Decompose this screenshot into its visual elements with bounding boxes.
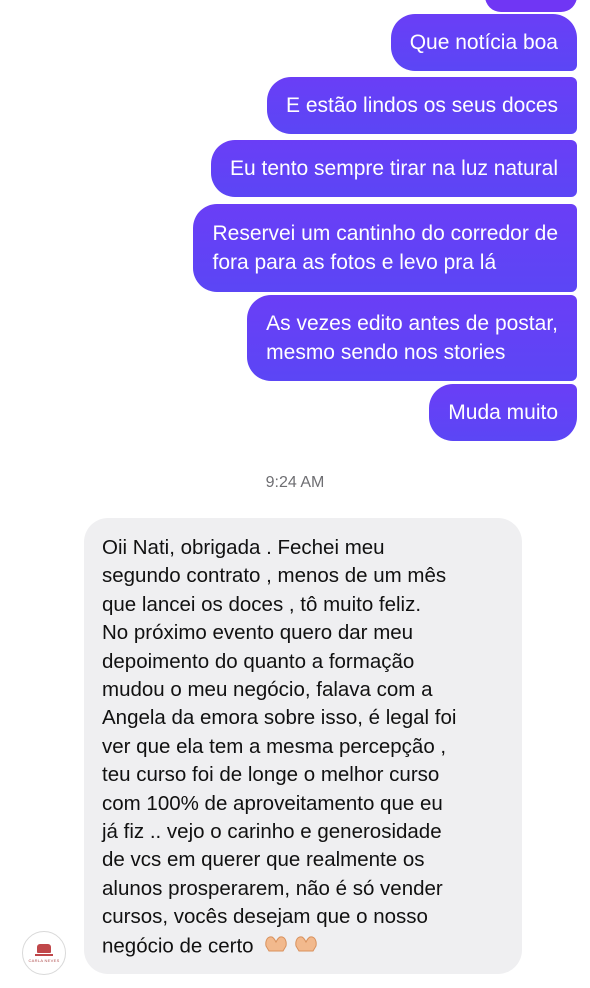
outgoing-message-bubble[interactable]: Que notícia boa [390,14,577,71]
message-text: Que notícia boa [409,31,558,54]
message-text-line: alunos prosperarem, não é só vender [102,876,443,900]
message-text: E estão lindos os seus doces [286,94,558,117]
cake-logo-icon [37,943,51,953]
message-text: Eu tento sempre tirar na luz natural [229,157,558,180]
message-text: negócio de certo [102,934,254,958]
heart-hands-emoji-icon [263,932,321,962]
message-text-line: Oii Nati, obrigada . Fechei meu [102,536,385,559]
previous-message-bubble-edge[interactable] [485,0,577,12]
chat-screen: Que notícia boa E estão lindos os seus d… [0,0,590,988]
message-text-line: As vezes edito antes de postar, [266,312,558,335]
message-text-line: já fiz .. vejo o carinho e generosidade [102,820,442,844]
message-timestamp: 9:24 AM [265,474,325,491]
message-text-line: de vcs em querer que realmente os [102,848,425,872]
outgoing-message-bubble[interactable]: As vezes edito antes de postar, mesmo se… [247,295,577,381]
message-text-line: ver que ela tem a mesma percepção , [102,734,447,758]
message-text-line: com 100% de aproveitamento que eu [102,791,443,815]
cake-plate-icon [35,953,53,956]
message-text-line: segundo contrato , menos de um mês [102,564,447,588]
message-text-line: que lancei os doces , tô muito feliz. [102,592,422,616]
message-text-line: Reservei um cantinho do corredor de [212,222,558,245]
message-text-line: fora para as fotos e levo pra lá [212,251,497,274]
message-text: Muda muito [448,401,558,424]
outgoing-message-bubble[interactable]: Eu tento sempre tirar na luz natural [210,140,577,197]
outgoing-message-bubble[interactable]: Muda muito [429,384,577,441]
message-text-line: Angela da emora sobre isso, é legal foi [102,706,457,730]
outgoing-message-bubble[interactable]: Reservei um cantinho do corredor de fora… [193,204,577,292]
outgoing-message-bubble[interactable]: E estão lindos os seus doces [267,77,577,134]
message-text-line: teu curso foi de longe o melhor curso [102,763,440,787]
message-text-line-last: negócio de certo [102,932,504,962]
sender-avatar[interactable]: CARLA NEVES [22,931,66,975]
message-text-line: cursos, vocês desejam que o nosso [102,905,428,929]
message-text-line: depoimento do quanto a formação [102,649,415,673]
avatar-brand-text: CARLA NEVES [28,957,60,963]
message-text-line: No próximo evento quero dar meu [102,621,414,645]
message-text-line: mudou o meu negócio, falava com a [102,678,433,702]
message-text-line: mesmo sendo nos stories [266,341,506,364]
incoming-message-bubble[interactable]: Oii Nati, obrigada . Fechei meu segundo … [84,518,522,974]
